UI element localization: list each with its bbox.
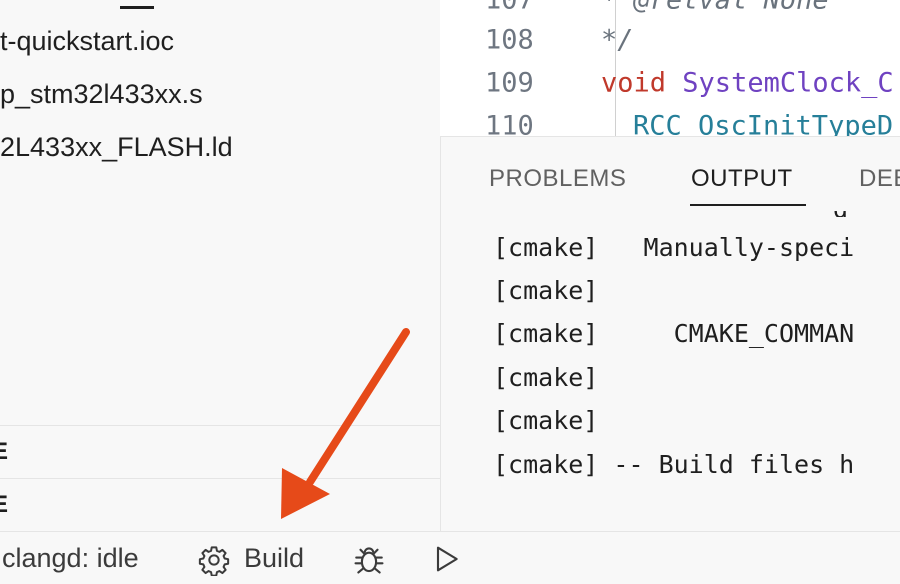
section-header-collapsed[interactable]: E [0,478,440,531]
vscode-window: t-quickstart.ioc p_stm32l433xx.s 2L433xx… [0,0,900,584]
file-item-label: 2L433xx_FLASH.ld [0,132,233,162]
line-number: 109 [485,67,534,99]
code-type: RCC_OscInitTypeD [633,110,894,137]
section-header-label: E [0,491,9,518]
tab-output[interactable]: OUTPUT [691,165,793,193]
section-header-label: E [0,438,9,465]
tab-problems[interactable]: PROBLEMS [489,165,626,193]
output-line: [cmake] [493,363,599,392]
gear-icon [198,546,230,576]
line-number: 110 [485,110,534,137]
tab-debug-console[interactable]: DEB [859,165,900,193]
output-line-partial: g [493,211,900,217]
output-line: [cmake] CMAKE_COMMAN [493,319,855,348]
section-header-collapsed[interactable]: E [0,425,440,478]
file-item-label: t-quickstart.ioc [0,26,175,56]
code-comment: */ [601,24,634,56]
build-button[interactable]: Build [198,532,318,584]
line-number: 107 [485,0,534,16]
code-text: RCC_OscInitTypeD [633,111,893,137]
active-tab-indicator [690,204,806,206]
bug-icon[interactable] [352,542,386,576]
output-line: [cmake] [493,406,599,435]
code-comment: * @retval None [601,0,829,16]
play-icon[interactable] [430,543,462,575]
file-item-label: p_stm32l433xx.s [0,79,203,109]
explorer-sidebar: t-quickstart.ioc p_stm32l433xx.s 2L433xx… [0,0,440,531]
line-number: 108 [485,24,534,56]
output-line: [cmake] -- Build files h [493,450,855,479]
file-item-linker[interactable]: 2L433xx_FLASH.ld [0,127,233,167]
output-line: [cmake] Manually-speci [493,233,855,262]
code-keyword: void [601,67,667,99]
code-line[interactable]: 108 */ [441,18,900,62]
code-editor[interactable]: 107 * @retval None 108 */ 109 void Syste… [441,0,900,136]
file-item-startup[interactable]: p_stm32l433xx.s [0,74,203,114]
code-line[interactable]: 109 void SystemClock_C [441,61,900,105]
code-line[interactable]: 110 RCC_OscInitTypeD [441,104,900,137]
code-text: void SystemClock_C [601,68,894,99]
bottom-panel: PROBLEMS OUTPUT DEB g [cmake] Manually-s… [441,136,900,532]
status-bar: clangd: idle Build [0,531,900,584]
file-item-ioc[interactable]: t-quickstart.ioc [0,21,174,61]
clangd-status[interactable]: clangd: idle [2,532,139,584]
build-label: Build [244,543,305,573]
output-line: [cmake] [493,276,599,305]
code-function: SystemClock_C [682,67,894,99]
